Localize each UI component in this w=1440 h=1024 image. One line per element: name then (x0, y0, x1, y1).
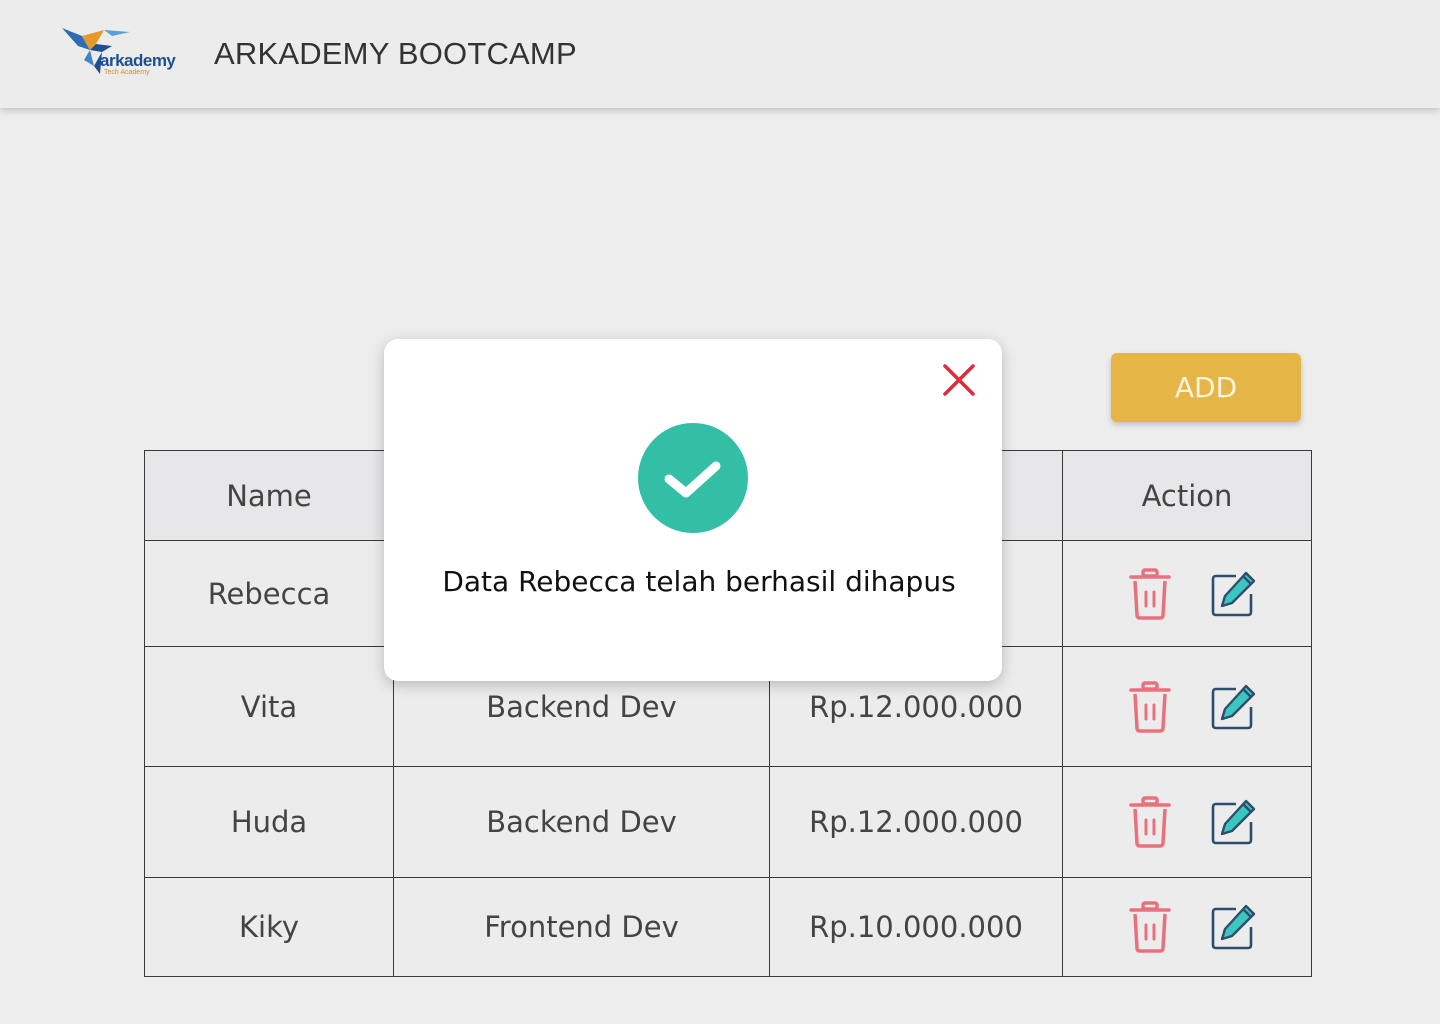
success-modal: Data Rebecca telah berhasil dihapus (384, 339, 1002, 681)
trash-icon[interactable] (1126, 796, 1174, 848)
page: arkademy Tech Academy ARKADEMY BOOTCAMP … (0, 0, 1440, 1024)
cell-name: Vita (144, 646, 394, 767)
edit-icon[interactable] (1210, 681, 1258, 733)
logo-tagline: Tech Academy (104, 69, 150, 76)
cell-actions (1062, 646, 1312, 767)
app-header: arkademy Tech Academy ARKADEMY BOOTCAMP (0, 0, 1440, 108)
edit-icon[interactable] (1210, 796, 1258, 848)
cell-actions (1062, 877, 1312, 977)
cell-name: Kiky (144, 877, 394, 977)
trash-icon[interactable] (1126, 901, 1174, 953)
edit-icon[interactable] (1210, 568, 1258, 620)
app-title: ARKADEMY BOOTCAMP (214, 36, 577, 71)
trash-icon[interactable] (1126, 680, 1174, 733)
edit-icon[interactable] (1210, 901, 1258, 953)
add-button[interactable]: ADD (1111, 353, 1301, 422)
trash-icon[interactable] (1126, 567, 1174, 620)
cell-actions (1062, 766, 1312, 878)
close-icon[interactable] (942, 363, 976, 397)
modal-message: Data Rebecca telah berhasil dihapus (442, 565, 956, 598)
cell-name: Huda (144, 766, 394, 878)
table-row: Huda Backend Dev Rp.12.000.000 (144, 766, 1312, 878)
cell-role: Frontend Dev (393, 877, 770, 977)
check-circle-icon (638, 423, 748, 533)
logo-wordmark: arkademy (100, 51, 176, 70)
cell-salary: Rp.10.000.000 (769, 877, 1063, 977)
cell-name: Rebecca (144, 540, 394, 647)
cell-role: Backend Dev (393, 766, 770, 878)
column-header-action: Action (1062, 450, 1312, 541)
cell-salary: Rp.12.000.000 (769, 766, 1063, 878)
table-row: Kiky Frontend Dev Rp.10.000.000 (144, 877, 1312, 977)
arkademy-logo[interactable]: arkademy Tech Academy (60, 24, 185, 82)
column-header-name: Name (144, 450, 394, 541)
cell-actions (1062, 540, 1312, 647)
